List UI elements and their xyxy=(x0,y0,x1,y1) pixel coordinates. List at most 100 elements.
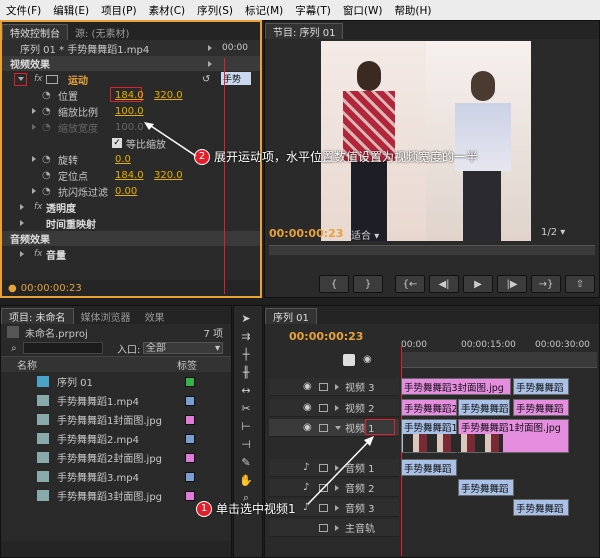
position-y-value[interactable]: 320.0 xyxy=(154,90,183,101)
project-item[interactable]: 序列 01 xyxy=(1,372,231,391)
expand-icon[interactable] xyxy=(335,425,341,430)
play-icon[interactable] xyxy=(208,45,212,51)
entry-dropdown[interactable]: 全部 ▾ xyxy=(143,342,223,354)
label-swatch[interactable] xyxy=(185,433,195,444)
stopwatch-icon[interactable]: ◔ xyxy=(42,90,51,101)
reset-icon[interactable]: ↺ xyxy=(202,74,210,85)
project-item[interactable]: 手势舞舞蹈3.mp4 xyxy=(1,467,231,486)
menu-sequence[interactable]: 序列(S) xyxy=(191,3,239,18)
opacity-row[interactable]: fx 透明度 xyxy=(2,199,260,215)
lift-button[interactable]: ⇧ xyxy=(565,275,595,293)
label-swatch[interactable] xyxy=(185,471,195,482)
track-select-tool-icon[interactable]: ⇉ xyxy=(237,328,255,344)
menu-title[interactable]: 字幕(T) xyxy=(289,3,337,18)
anchor-x-value[interactable]: 184.0 xyxy=(115,170,144,181)
expand-icon[interactable] xyxy=(32,188,36,194)
tab-program[interactable]: 节目: 序列 01 xyxy=(265,23,344,39)
expand-icon[interactable] xyxy=(335,404,339,411)
expand-icon[interactable] xyxy=(335,524,339,531)
expand-icon[interactable] xyxy=(20,204,24,210)
motion-transform-icon[interactable] xyxy=(46,74,58,84)
rotation-value[interactable]: 0.0 xyxy=(115,154,131,165)
go-to-out-button[interactable]: →} xyxy=(531,275,561,293)
track-header[interactable]: ◉ 视频 3 xyxy=(269,378,399,396)
menu-project[interactable]: 项目(P) xyxy=(95,3,143,18)
menu-window[interactable]: 窗口(W) xyxy=(337,3,389,18)
label-swatch[interactable] xyxy=(185,414,195,425)
menu-clip[interactable]: 素材(C) xyxy=(143,3,192,18)
slip-tool-icon[interactable]: ⊢ xyxy=(237,418,255,434)
expand-icon[interactable] xyxy=(32,124,36,130)
snap-icon[interactable] xyxy=(343,354,355,366)
project-item[interactable]: 手势舞舞蹈2封面图.jpg xyxy=(1,448,231,467)
clip-v2-video-c[interactable]: 手势舞舞蹈 xyxy=(513,399,569,416)
clip-a2[interactable]: 手势舞舞蹈 xyxy=(458,479,514,496)
rate-stretch-tool-icon[interactable]: ↔ xyxy=(237,382,255,398)
expand-icon[interactable] xyxy=(20,251,24,257)
position-x-value[interactable]: 184.0 xyxy=(115,90,144,101)
anchor-y-value[interactable]: 320.0 xyxy=(154,170,183,181)
tab-effect-controls[interactable]: 特效控制台 xyxy=(2,24,68,40)
scale-value[interactable]: 100.0 xyxy=(115,106,144,117)
pen-tool-icon[interactable]: ✎ xyxy=(237,454,255,470)
label-swatch[interactable] xyxy=(185,452,195,463)
lock-icon[interactable] xyxy=(319,523,328,532)
clip-v2-video[interactable]: 手势舞舞蹈2 xyxy=(401,399,457,416)
slide-tool-icon[interactable]: ⊣ xyxy=(237,436,255,452)
mark-out-button[interactable]: } xyxy=(353,275,383,293)
step-back-button[interactable]: ◀| xyxy=(429,275,459,293)
play-button[interactable]: ▶ xyxy=(463,275,493,293)
menu-edit[interactable]: 编辑(E) xyxy=(47,3,95,18)
label-swatch[interactable] xyxy=(185,395,195,406)
lock-icon[interactable] xyxy=(319,403,328,412)
tab-effects[interactable]: 效果 xyxy=(138,308,172,324)
stopwatch-icon[interactable]: ◔ xyxy=(42,122,51,133)
search-icon[interactable]: ⌕ xyxy=(11,343,17,354)
project-item[interactable]: 手势舞舞蹈1.mp4 xyxy=(1,391,231,410)
clip-v3-cover[interactable]: 手势舞舞蹈3封面图.jpg xyxy=(401,378,511,395)
motion-row[interactable]: fx 运动 ↺ xyxy=(2,71,260,87)
project-item[interactable]: 手势舞舞蹈1封面图.jpg xyxy=(1,410,231,429)
col-name[interactable]: 名称 xyxy=(17,357,37,372)
stopwatch-icon[interactable]: ◔ xyxy=(42,170,51,181)
clip-a1[interactable]: 手势舞舞蹈 xyxy=(401,459,457,476)
tab-sequence[interactable]: 序列 01 xyxy=(265,308,317,324)
razor-tool-icon[interactable]: ✂ xyxy=(237,400,255,416)
project-item[interactable]: 手势舞舞蹈2.mp4 xyxy=(1,429,231,448)
uniform-scale-checkbox[interactable]: ✓ xyxy=(112,138,122,148)
selection-tool-icon[interactable]: ➤ xyxy=(237,310,255,326)
mark-in-button[interactable]: { xyxy=(319,275,349,293)
expand-icon[interactable] xyxy=(32,108,36,114)
menu-file[interactable]: 文件(F) xyxy=(0,3,47,18)
timeline-ruler[interactable] xyxy=(401,352,597,368)
stopwatch-icon[interactable]: ◔ xyxy=(42,186,51,197)
lock-icon[interactable] xyxy=(319,382,328,391)
timeline-timecode[interactable]: 00:00:00:23 xyxy=(289,330,363,343)
menu-marker[interactable]: 标记(M) xyxy=(239,3,289,18)
rolling-edit-tool-icon[interactable]: ╫ xyxy=(237,364,255,380)
eye-icon[interactable]: ◉ xyxy=(303,381,312,392)
track-header[interactable]: 主音轨 xyxy=(269,519,399,537)
col-label[interactable]: 标签 xyxy=(177,357,197,372)
tab-media-browser[interactable]: 媒体浏览器 xyxy=(74,308,138,324)
menu-help[interactable]: 帮助(H) xyxy=(388,3,437,18)
eye-icon[interactable]: ◉ xyxy=(303,402,312,413)
expand-icon[interactable] xyxy=(20,220,24,226)
stopwatch-icon[interactable]: ◔ xyxy=(42,154,51,165)
fit-dropdown[interactable]: 适合 ▾ xyxy=(351,227,401,242)
tab-source[interactable]: 源: (无素材) xyxy=(68,24,136,40)
marker-icon[interactable]: ◉ xyxy=(363,354,372,365)
ripple-edit-tool-icon[interactable]: ┼ xyxy=(237,346,255,362)
footer-timecode[interactable]: 00:00:00:23 xyxy=(21,283,82,294)
stopwatch-icon[interactable]: ◔ xyxy=(42,106,51,117)
step-forward-button[interactable]: |▶ xyxy=(497,275,527,293)
program-scrubber[interactable] xyxy=(269,245,595,255)
flicker-value[interactable]: 0.00 xyxy=(115,186,137,197)
ratio-dropdown[interactable]: 1/2 ▾ xyxy=(541,227,565,238)
expand-motion-icon[interactable] xyxy=(14,72,27,86)
volume-row[interactable]: fx 音量 xyxy=(2,246,260,262)
track-header[interactable]: ◉ 视频 2 xyxy=(269,399,399,417)
time-remap-row[interactable]: 时间重映射 xyxy=(2,215,260,231)
label-swatch[interactable] xyxy=(185,376,195,387)
expand-icon[interactable] xyxy=(32,156,36,162)
